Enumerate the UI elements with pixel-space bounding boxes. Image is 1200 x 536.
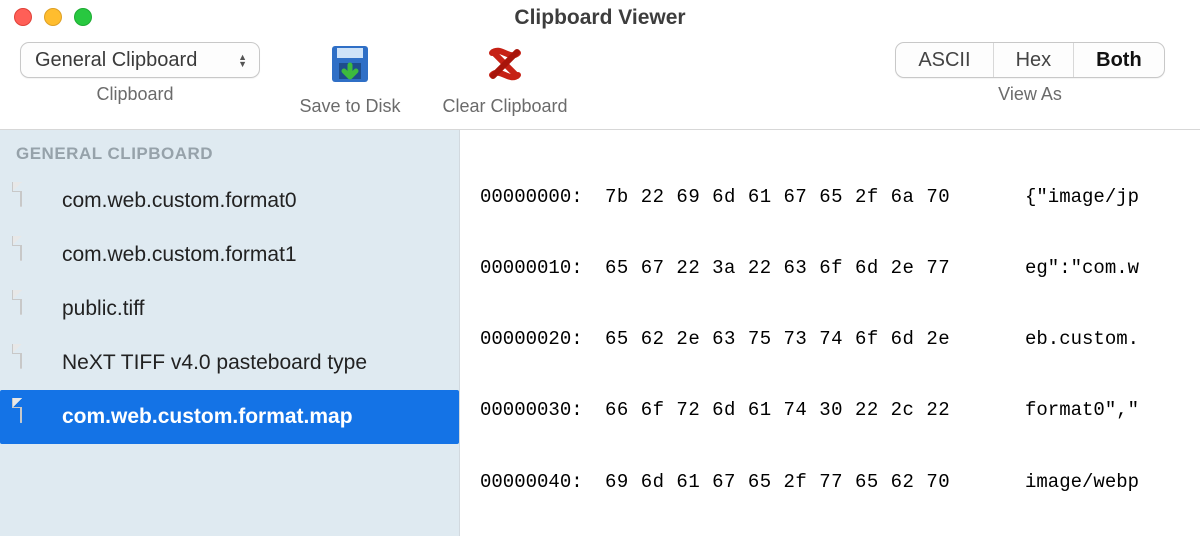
hex-view: 00000000:7b 22 69 6d 61 67 65 2f 6a 70{"…: [460, 130, 1200, 536]
sidebar: GENERAL CLIPBOARD com.web.custom.format0…: [0, 130, 460, 536]
clipboard-selector-group: General Clipboard ▲▼ Clipboard: [0, 40, 270, 129]
sidebar-item-label: public.tiff: [62, 297, 145, 321]
sidebar-section-header: GENERAL CLIPBOARD: [0, 138, 459, 174]
window-title: Clipboard Viewer: [514, 6, 685, 30]
sidebar-item-label: com.web.custom.format.map: [62, 405, 353, 429]
file-icon: [20, 237, 48, 273]
clear-clipboard-group: Clear Clipboard: [420, 40, 590, 129]
minimize-window-button[interactable]: [44, 8, 62, 26]
hex-bytes: 69 6d 61 67 65 2f 77 65 62 70: [605, 471, 1025, 495]
titlebar: Clipboard Viewer: [0, 0, 1200, 36]
hex-row: 00000020:65 62 2e 63 75 73 74 6f 6d 2eeb…: [480, 328, 1178, 352]
sidebar-item-label: com.web.custom.format1: [62, 243, 297, 267]
clear-clipboard-label: Clear Clipboard: [442, 96, 567, 117]
hex-address: 00000010:: [480, 257, 605, 281]
hex-row: 00000010:65 67 22 3a 22 63 6f 6d 2e 77eg…: [480, 257, 1178, 281]
hex-ascii: image/webp: [1025, 471, 1178, 495]
clipboard-select-value: General Clipboard: [35, 49, 197, 72]
hex-address: 00000020:: [480, 328, 605, 352]
view-as-both[interactable]: Both: [1074, 43, 1164, 77]
hex-ascii: eb.custom.: [1025, 328, 1178, 352]
clipboard-group-label: Clipboard: [96, 84, 173, 105]
delete-x-icon: [484, 43, 526, 90]
hex-row: 00000000:7b 22 69 6d 61 67 65 2f 6a 70{"…: [480, 186, 1178, 210]
sidebar-item-label: com.web.custom.format0: [62, 189, 297, 213]
select-chevron-icon: ▲▼: [238, 54, 247, 67]
hex-row: 00000030:66 6f 72 6d 61 74 30 22 2c 22fo…: [480, 399, 1178, 423]
sidebar-item-format0[interactable]: com.web.custom.format0: [0, 174, 459, 228]
view-as-segmented: ASCII Hex Both: [895, 42, 1164, 78]
hex-row: 00000040:69 6d 61 67 65 2f 77 65 62 70im…: [480, 471, 1178, 495]
window-controls: [14, 8, 92, 26]
hex-bytes: 65 62 2e 63 75 73 74 6f 6d 2e: [605, 328, 1025, 352]
hex-bytes: 66 6f 72 6d 61 74 30 22 2c 22: [605, 399, 1025, 423]
hex-address: 00000000:: [480, 186, 605, 210]
toolbar-spacer: [590, 40, 880, 129]
sidebar-item-public-tiff[interactable]: public.tiff: [0, 282, 459, 336]
file-icon: [20, 345, 48, 381]
clear-clipboard-button[interactable]: [481, 42, 529, 90]
toolbar: General Clipboard ▲▼ Clipboard Save to D…: [0, 36, 1200, 130]
file-icon: [20, 291, 48, 327]
view-as-ascii[interactable]: ASCII: [896, 43, 993, 77]
file-icon: [20, 399, 48, 435]
sidebar-item-label: NeXT TIFF v4.0 pasteboard type: [62, 351, 367, 375]
sidebar-item-format-map[interactable]: com.web.custom.format.map: [0, 390, 459, 444]
main-split: GENERAL CLIPBOARD com.web.custom.format0…: [0, 130, 1200, 536]
file-icon: [20, 183, 48, 219]
sidebar-item-format1[interactable]: com.web.custom.format1: [0, 228, 459, 282]
view-as-group: ASCII Hex Both View As: [880, 40, 1180, 129]
hex-ascii: eg":"com.w: [1025, 257, 1178, 281]
hex-ascii: {"image/jp: [1025, 186, 1178, 210]
hex-bytes: 65 67 22 3a 22 63 6f 6d 2e 77: [605, 257, 1025, 281]
sidebar-item-next-tiff[interactable]: NeXT TIFF v4.0 pasteboard type: [0, 336, 459, 390]
view-as-hex[interactable]: Hex: [994, 43, 1075, 77]
floppy-disk-icon: [329, 43, 371, 90]
save-to-disk-label: Save to Disk: [299, 96, 400, 117]
hex-address: 00000040:: [480, 471, 605, 495]
save-to-disk-button[interactable]: [326, 42, 374, 90]
hex-ascii: format0",": [1025, 399, 1178, 423]
clipboard-select[interactable]: General Clipboard ▲▼: [20, 42, 260, 78]
view-as-label: View As: [998, 84, 1062, 105]
hex-address: 00000030:: [480, 399, 605, 423]
zoom-window-button[interactable]: [74, 8, 92, 26]
hex-bytes: 7b 22 69 6d 61 67 65 2f 6a 70: [605, 186, 1025, 210]
save-to-disk-group: Save to Disk: [270, 40, 430, 129]
close-window-button[interactable]: [14, 8, 32, 26]
